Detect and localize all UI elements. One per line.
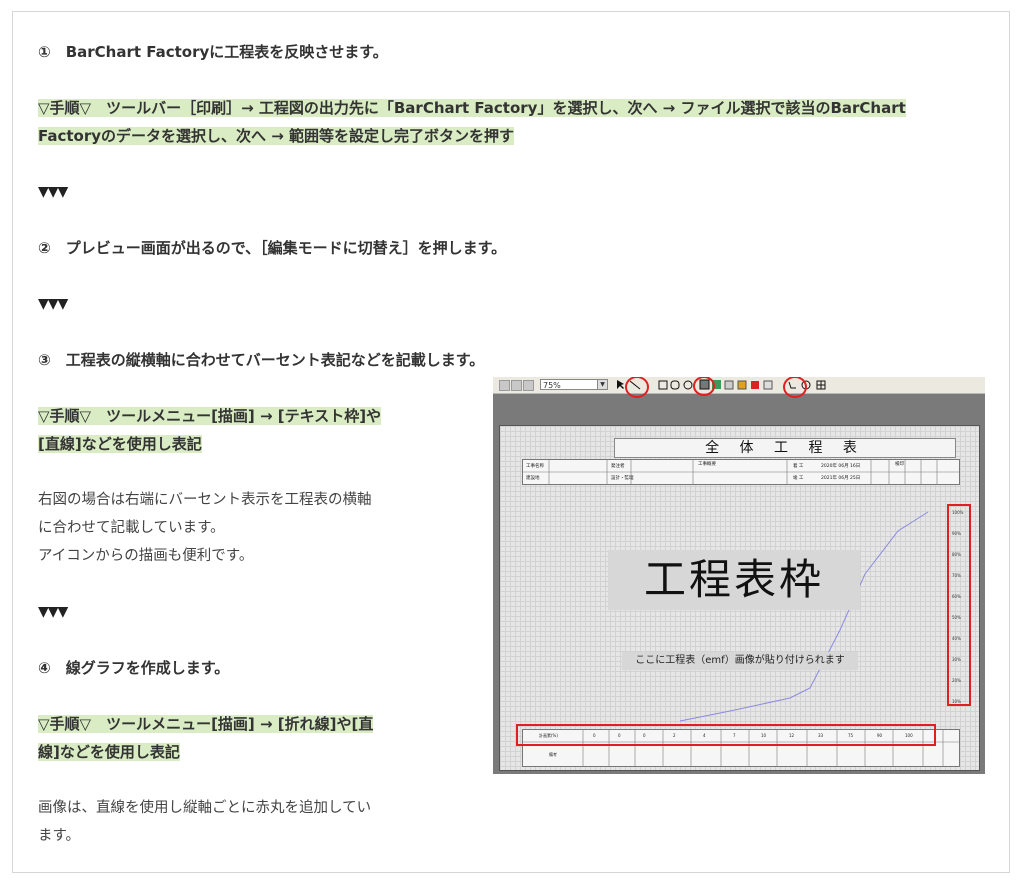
schedule-sheet: 全 体 工 程 表 工事名称 発注者 工事概要 着 工 2020年 06月 16… [499, 425, 980, 771]
step2-title: ② プレビュー画面が出るので、［編集モードに切替え］を押します。 [38, 239, 507, 257]
arrows-divider-2: ▼▼▼ [38, 296, 68, 312]
step3-body-line2: に合わせて記載しています。 [38, 520, 225, 536]
pointer-icon [617, 380, 624, 389]
schedule-frame-placeholder: 工程表枠 [608, 550, 860, 610]
paste-icon [737, 380, 747, 390]
fill-icon [751, 381, 759, 389]
percent-axis-highlight [947, 504, 971, 706]
drawing-toolbar: 75% ▼ [493, 377, 985, 398]
grid-icon [763, 380, 773, 390]
app-screenshot: 75% ▼ 全 体 工 程 表 工事名称 発注者 工事概要 着 工 2020年 … [493, 377, 985, 774]
progress-row-highlight [516, 724, 936, 746]
toolbar-icons [617, 379, 826, 390]
rectangle-icon [658, 380, 668, 390]
step4-procedure-line2: 線]などを使用し表記 [38, 743, 180, 761]
arrows-divider-3: ▼▼▼ [38, 604, 68, 620]
step4-procedure-line1: ▽手順▽ ツールメニュー[描画] → [折れ線]や[直 [38, 715, 374, 733]
line-tool-highlight [625, 377, 649, 398]
polyline-highlight [783, 377, 807, 398]
rounded-rect-icon [670, 380, 680, 390]
step4-title: ④ 線グラフを作成します。 [38, 659, 230, 677]
step3-procedure-line1: ▽手順▽ ツールメニュー[描画] → [テキスト枠]や [38, 407, 382, 425]
emf-placeholder-note: ここに工程表（emf）画像が貼り付けられます [622, 652, 858, 670]
arrows-divider-1: ▼▼▼ [38, 184, 68, 200]
step1-title: ① BarChart Factoryに工程表を反映させます。 [38, 43, 388, 61]
ellipse-icon [683, 380, 693, 390]
step3-title: ③ 工程表の縦横軸に合わせてバーセント表記などを記載します。 [38, 351, 485, 369]
step3-procedure-line2: [直線]などを使用し表記 [38, 435, 202, 453]
text-frame-highlight [693, 377, 715, 396]
step1-procedure-line1: ▽手順▽ ツールバー［印刷］→ 工程図の出力先に「BarChart Factor… [38, 99, 906, 117]
table-icon [816, 380, 826, 390]
step4-body-line1: 画像は、直線を使用し縦軸ごとに赤丸を追加してい [38, 800, 372, 816]
step3-body-line3: アイコンからの描画も便利です。 [38, 548, 254, 564]
step3-body-line1: 右図の場合は右端にバーセント表示を工程表の横軸 [38, 492, 372, 508]
step4-body-line2: ます。 [38, 828, 81, 844]
copy-icon [724, 380, 734, 390]
step1-procedure-line2: Factoryのデータを選択し、次へ → 範囲等を設定し完了ボタンを押す [38, 127, 515, 145]
